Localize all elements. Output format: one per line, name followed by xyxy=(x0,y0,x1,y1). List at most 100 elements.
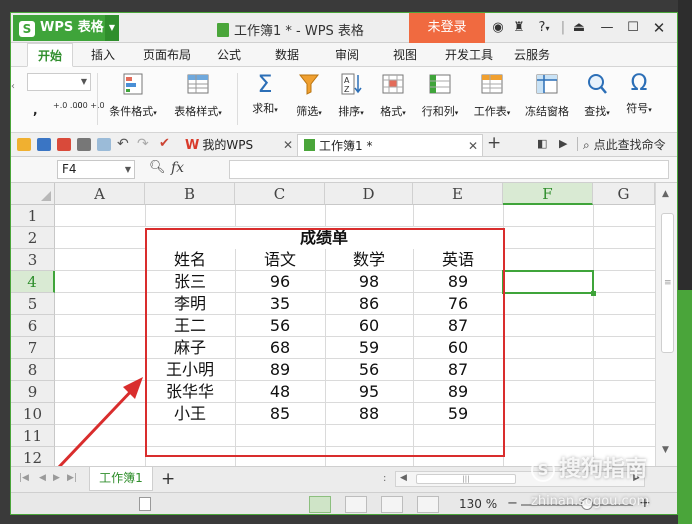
zoom-magnifier-icon[interactable]: 🔍︎ xyxy=(149,160,166,175)
rows-columns-button[interactable]: 行和列▾ xyxy=(415,71,465,119)
number-format-select[interactable]: ▼ xyxy=(27,73,91,91)
row-header-5[interactable]: 5 xyxy=(11,293,55,315)
tab-data[interactable]: 数据 xyxy=(269,43,305,67)
print-preview-icon[interactable] xyxy=(97,138,111,151)
spreadsheet-grid[interactable]: A B C D E F G 1 2 3 4 5 6 7 8 9 10 11 12 xyxy=(11,183,677,466)
row-header-12[interactable]: 12 xyxy=(11,447,55,466)
new-tab-button[interactable]: + xyxy=(487,133,501,153)
vertical-scrollbar[interactable]: ▲ ≡ ▼ xyxy=(655,183,677,466)
customize-qat-icon[interactable]: ✔ xyxy=(159,136,170,151)
row-header-10[interactable]: 10 xyxy=(11,403,55,425)
row-header-11[interactable]: 11 xyxy=(11,425,55,447)
thousands-separator-icon[interactable]: , xyxy=(33,103,38,117)
save-icon[interactable] xyxy=(37,138,51,151)
column-header-a[interactable]: A xyxy=(55,183,145,205)
prev-sheet-icon[interactable]: ◀ xyxy=(39,473,46,483)
annotation-arrow-icon xyxy=(57,377,143,466)
scroll-down-icon[interactable]: ▼ xyxy=(662,445,669,455)
column-header-e[interactable]: E xyxy=(413,183,503,205)
last-sheet-icon[interactable]: ▶| xyxy=(67,473,77,483)
next-sheet-icon[interactable]: ▶ xyxy=(53,473,60,483)
column-header-d[interactable]: D xyxy=(325,183,413,205)
scroll-left-icon[interactable]: ◀ xyxy=(400,473,407,483)
tab-my-wps[interactable]: W 我的WPS ✕ xyxy=(179,134,297,156)
tab-insert[interactable]: 插入 xyxy=(85,43,121,67)
close-tab-icon[interactable]: ✕ xyxy=(468,135,478,157)
row-header-8[interactable]: 8 xyxy=(11,359,55,381)
login-button[interactable]: 未登录 xyxy=(409,13,485,43)
tab-view[interactable]: 视图 xyxy=(387,43,423,67)
column-header-g[interactable]: G xyxy=(593,183,655,205)
watermark-logo: S 搜狗指南 xyxy=(531,451,647,483)
filter-button[interactable]: 筛选▾ xyxy=(289,71,329,119)
column-header-c[interactable]: C xyxy=(235,183,325,205)
minimize-icon[interactable]: — xyxy=(597,18,617,38)
row-header-4[interactable]: 4 xyxy=(11,271,55,293)
close-tab-icon[interactable]: ✕ xyxy=(283,134,293,156)
sheet-tab-workbook1[interactable]: 工作簿1 xyxy=(89,467,153,491)
tab-list-icon[interactable]: ◧ xyxy=(537,137,547,150)
add-sheet-button[interactable]: + xyxy=(161,469,175,489)
find-button[interactable]: 查找▾ xyxy=(577,71,617,119)
table-style-button[interactable]: 表格样式▾ xyxy=(169,71,227,119)
skin-icon[interactable]: ◉ xyxy=(489,18,507,38)
wps-menu-button[interactable]: S WPS 表格 ▼ xyxy=(13,15,119,41)
symbol-button[interactable]: Ω 符号▾ xyxy=(619,71,659,116)
active-cell-f4[interactable] xyxy=(502,270,596,296)
format-button[interactable]: 格式▾ xyxy=(373,71,413,119)
rows-columns-label: 行和列 xyxy=(421,105,455,118)
freeze-panes-button[interactable]: 冻结窗格 xyxy=(521,71,573,119)
conditional-format-label: 条件格式 xyxy=(109,105,154,118)
reading-view-icon[interactable] xyxy=(417,496,439,513)
ribbon-scroll-left-icon[interactable]: ‹ xyxy=(11,81,15,92)
sort-icon: AZ xyxy=(341,73,362,95)
help-button[interactable]: ?▾ xyxy=(533,18,555,38)
row-header-9[interactable]: 9 xyxy=(11,381,55,403)
conditional-format-button[interactable]: 条件格式▾ xyxy=(105,71,161,119)
qbar-divider xyxy=(577,137,578,151)
tab-formulas[interactable]: 公式 xyxy=(211,43,247,67)
maximize-icon[interactable]: ☐ xyxy=(623,18,643,38)
tab-workbook1[interactable]: 工作簿1 * ✕ xyxy=(297,134,483,156)
row-header-7[interactable]: 7 xyxy=(11,337,55,359)
chevron-down-icon[interactable]: ▼ xyxy=(105,15,119,41)
decrease-decimal-button[interactable]: .00 +.0 xyxy=(75,101,105,110)
shirt-icon[interactable]: ♜ xyxy=(509,18,529,38)
row-header-3[interactable]: 3 xyxy=(11,249,55,271)
export-pdf-icon[interactable] xyxy=(57,138,71,151)
command-search-box[interactable]: ⌕ 点此查找命令 xyxy=(583,136,666,153)
open-folder-icon[interactable] xyxy=(17,138,31,151)
insert-function-button[interactable]: fx xyxy=(171,160,184,176)
scroll-up-icon[interactable]: ▲ xyxy=(662,189,669,199)
undo-icon[interactable]: ↶ xyxy=(117,136,129,152)
print-icon[interactable] xyxy=(77,138,91,151)
tab-review[interactable]: 审阅 xyxy=(329,43,365,67)
restore-ribbon-icon[interactable]: ⏏ xyxy=(569,18,589,38)
column-header-b[interactable]: B xyxy=(145,183,235,205)
select-all-corner[interactable] xyxy=(11,183,55,205)
name-box[interactable]: F4 ▼ xyxy=(57,160,135,179)
tab-home[interactable]: 开始 xyxy=(27,43,73,67)
row-header-6[interactable]: 6 xyxy=(11,315,55,337)
first-sheet-icon[interactable]: |◀ xyxy=(19,473,29,483)
close-icon[interactable]: ✕ xyxy=(649,18,669,38)
column-header-f[interactable]: F xyxy=(503,183,593,205)
zoom-out-icon[interactable]: − xyxy=(507,496,518,511)
find-magnifier-icon xyxy=(588,74,607,94)
sum-button[interactable]: Σ 求和▾ xyxy=(245,71,285,116)
page-break-view-icon[interactable] xyxy=(345,496,367,513)
normal-view-icon[interactable] xyxy=(309,496,331,513)
formula-input[interactable] xyxy=(229,160,669,179)
sort-button[interactable]: AZ 排序▾ xyxy=(331,71,371,119)
page-layout-view-icon[interactable] xyxy=(381,496,403,513)
horizontal-scroll-thumb[interactable]: ||| xyxy=(416,474,516,484)
row-header-2[interactable]: 2 xyxy=(11,227,55,249)
worksheet-button[interactable]: 工作表▾ xyxy=(467,71,517,119)
tab-cloud-service[interactable]: 云服务 xyxy=(507,43,557,67)
tab-developer[interactable]: 开发工具 xyxy=(439,43,499,67)
row-header-1[interactable]: 1 xyxy=(11,205,55,227)
tab-menu-icon[interactable]: ▶ xyxy=(559,137,567,150)
tab-page-layout[interactable]: 页面布局 xyxy=(135,43,199,67)
zoom-level-label[interactable]: 130 % xyxy=(459,497,497,511)
redo-icon[interactable]: ↷ xyxy=(137,136,149,152)
